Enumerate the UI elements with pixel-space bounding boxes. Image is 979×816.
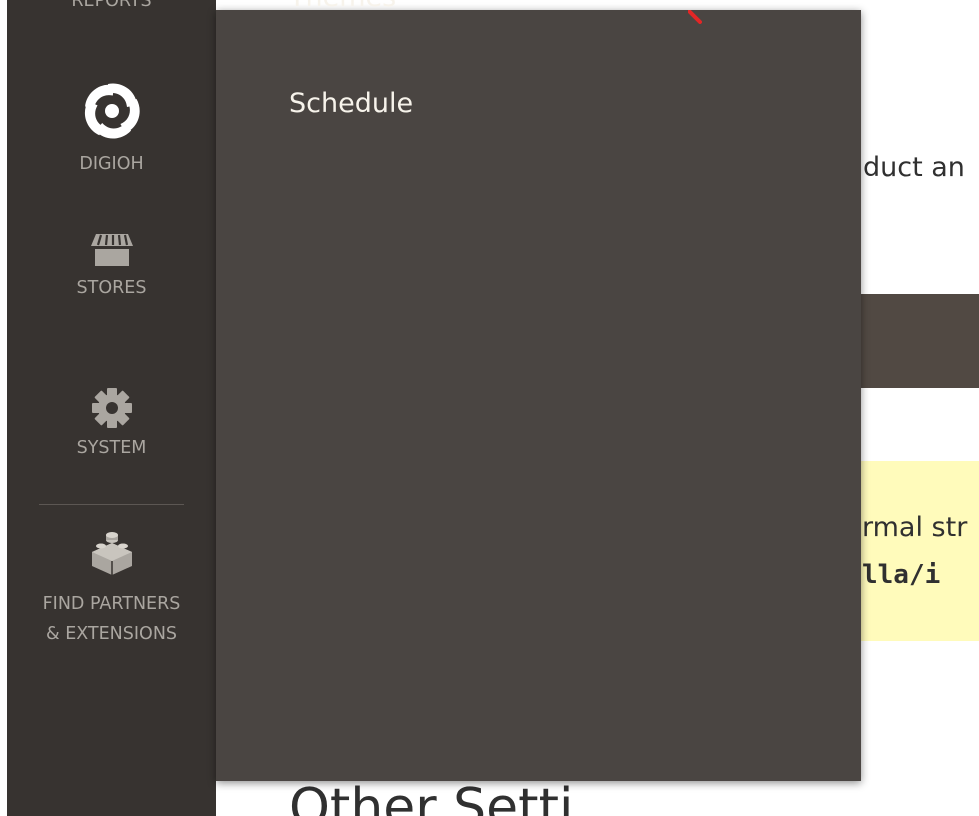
nav-item-label: & EXTENSIONS — [45, 624, 178, 644]
content-submenu-flyout: Themes Schedule — [216, 0, 861, 781]
nav-item-label: STORES — [76, 278, 147, 298]
notice-code: lla/i — [862, 560, 941, 590]
nav-item-find-partners[interactable]: FIND PARTNERS & EXTENSIONS — [7, 530, 216, 649]
nav-item-label: FIND PARTNERS — [42, 594, 181, 614]
nav-item-label: REPORTS — [71, 0, 152, 11]
section-header-bar[interactable] — [861, 294, 979, 388]
admin-sidebar: REPORTS DIGIOH STORES SYSTEM FIND PARTNE… — [7, 0, 216, 816]
page-description-text: duct an — [863, 152, 965, 183]
storefront-icon — [7, 232, 216, 273]
close-accent-mark — [688, 10, 702, 24]
notice-text: rmal str — [862, 512, 968, 543]
submenu-item-themes[interactable]: Themes — [289, 0, 396, 13]
lego-block-icon — [7, 530, 216, 581]
notice-box — [861, 461, 979, 641]
section-heading: Other Setti — [289, 778, 574, 816]
digioh-logo-icon — [7, 80, 216, 147]
gear-icon — [7, 386, 216, 435]
submenu-item-schedule[interactable]: Schedule — [289, 88, 413, 119]
nav-item-label: DIGIOH — [79, 154, 144, 174]
nav-item-label: SYSTEM — [76, 438, 147, 458]
admin-page: duct an rmal str lla/i Other Setti REPOR… — [0, 0, 979, 816]
nav-item-stores[interactable]: STORES — [7, 232, 216, 303]
nav-item-digioh[interactable]: DIGIOH — [7, 80, 216, 179]
nav-item-reports[interactable]: REPORTS — [7, 0, 216, 16]
nav-item-system[interactable]: SYSTEM — [7, 386, 216, 463]
nav-divider — [39, 504, 184, 505]
